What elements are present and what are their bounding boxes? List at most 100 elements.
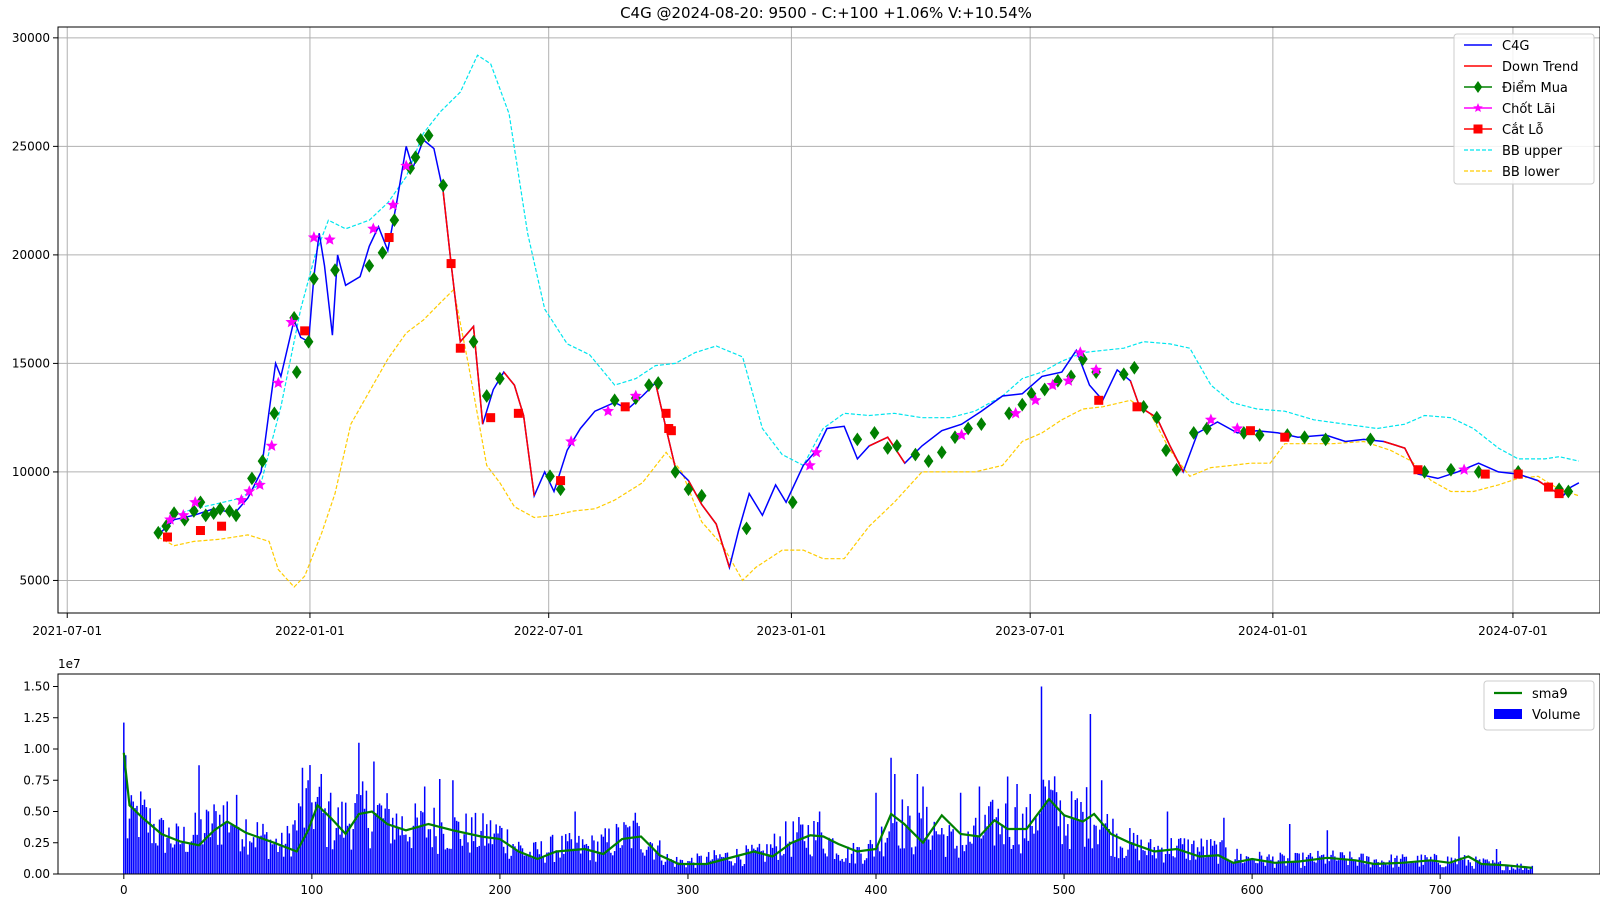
volume-bar bbox=[501, 827, 503, 874]
stop-loss-marker bbox=[1513, 469, 1523, 479]
volume-bar bbox=[749, 853, 751, 874]
volume-bar bbox=[976, 836, 979, 874]
volume-bar bbox=[397, 827, 400, 874]
volume-bar bbox=[329, 792, 332, 874]
volume-bar bbox=[553, 861, 556, 874]
volume-bar bbox=[1063, 815, 1065, 874]
volume-bar bbox=[1027, 840, 1030, 874]
volume-bar bbox=[506, 829, 509, 874]
volume-bar bbox=[839, 860, 842, 874]
volume-bar bbox=[1166, 811, 1169, 874]
volume-bar bbox=[1480, 864, 1483, 874]
volume-bar bbox=[1495, 849, 1498, 874]
volume-bar bbox=[815, 840, 817, 874]
volume-bar bbox=[239, 851, 242, 874]
volume-bar bbox=[988, 806, 990, 874]
volume-bar bbox=[1179, 838, 1182, 874]
volume-bar bbox=[984, 814, 986, 874]
volume-bar bbox=[378, 803, 381, 874]
price-y-tick-label: 15000 bbox=[12, 356, 50, 370]
volume-bar bbox=[279, 846, 281, 874]
volume-bar bbox=[807, 825, 810, 874]
volume-bar bbox=[1033, 833, 1035, 874]
volume-bar bbox=[961, 845, 964, 874]
volume-bar bbox=[580, 853, 582, 874]
volume-bar bbox=[771, 847, 774, 874]
volume-bar bbox=[559, 857, 561, 874]
volume-bar bbox=[1131, 842, 1133, 874]
volume-bar bbox=[299, 806, 302, 874]
volume-bar bbox=[1398, 866, 1400, 874]
volume-bar bbox=[1439, 864, 1441, 874]
volume-bar bbox=[1287, 858, 1289, 874]
volume-bar bbox=[1424, 855, 1426, 874]
volume-bar bbox=[158, 819, 161, 874]
volume-bar bbox=[997, 808, 999, 874]
volume-bar bbox=[1112, 818, 1114, 874]
volume-bar bbox=[1223, 817, 1225, 874]
volume-y-tick-label: 1.50 bbox=[23, 680, 50, 694]
volume-bar bbox=[269, 839, 272, 874]
volume-bar bbox=[294, 820, 296, 874]
volume-bar bbox=[1371, 864, 1374, 874]
volume-bar bbox=[1057, 826, 1060, 874]
price-x-tick-label: 2022-01-01 bbox=[275, 624, 345, 638]
volume-bar bbox=[1091, 848, 1094, 874]
volume-bar bbox=[1067, 824, 1069, 874]
volume-x-tick-label: 500 bbox=[1053, 883, 1076, 897]
volume-bar bbox=[1358, 857, 1361, 874]
volume-bar bbox=[602, 836, 605, 874]
volume-bar bbox=[1373, 859, 1376, 874]
volume-bar bbox=[1403, 856, 1406, 874]
volume-bar bbox=[1473, 868, 1475, 874]
volume-bar bbox=[407, 841, 409, 874]
volume-bar bbox=[403, 834, 405, 874]
volume-bar bbox=[1501, 870, 1503, 874]
volume-bar bbox=[463, 834, 465, 874]
volume-bar bbox=[230, 825, 232, 874]
volume-bar bbox=[679, 859, 682, 874]
volume-bar bbox=[628, 826, 631, 874]
volume-bar bbox=[1080, 802, 1082, 874]
volume-bar bbox=[801, 824, 804, 874]
volume-bar bbox=[1136, 834, 1139, 874]
volume-bar bbox=[1258, 851, 1261, 874]
volume-bar bbox=[905, 825, 907, 874]
volume-bar bbox=[516, 850, 518, 874]
volume-bar bbox=[1228, 861, 1231, 874]
volume-bar bbox=[519, 845, 522, 874]
volume-bar bbox=[549, 836, 552, 874]
volume-bar bbox=[848, 862, 851, 874]
volume-bar bbox=[666, 854, 669, 874]
volume-bar bbox=[1121, 847, 1124, 874]
volume-bar bbox=[286, 825, 289, 874]
volume-bar bbox=[423, 786, 426, 874]
volume-bar bbox=[1217, 863, 1220, 874]
volume-bar bbox=[965, 844, 968, 874]
volume-bar bbox=[1144, 850, 1146, 874]
volume-bar bbox=[192, 834, 195, 874]
volume-bar bbox=[606, 842, 608, 874]
volume-bar bbox=[704, 864, 706, 874]
volume-bar bbox=[335, 828, 338, 874]
volume-bar bbox=[570, 839, 573, 874]
volume-bar bbox=[414, 803, 417, 874]
stop-loss-marker bbox=[556, 476, 566, 486]
volume-bar bbox=[640, 849, 642, 874]
stop-loss-marker bbox=[620, 402, 630, 412]
volume-bar bbox=[929, 849, 932, 874]
volume-bar bbox=[1326, 830, 1329, 874]
volume-y-tick-label: 1.00 bbox=[23, 742, 50, 756]
volume-bar bbox=[1505, 865, 1507, 874]
volume-bar bbox=[1492, 860, 1494, 874]
volume-bar bbox=[566, 841, 569, 874]
volume-bar bbox=[1155, 858, 1157, 874]
volume-bar bbox=[862, 863, 864, 874]
volume-bar bbox=[365, 790, 368, 874]
volume-bar bbox=[361, 781, 364, 874]
volume-bar bbox=[175, 823, 178, 874]
volume-bar bbox=[758, 843, 761, 874]
volume-bar bbox=[564, 834, 567, 874]
legend-swatch-volume bbox=[1494, 709, 1522, 719]
volume-bar bbox=[832, 838, 834, 874]
